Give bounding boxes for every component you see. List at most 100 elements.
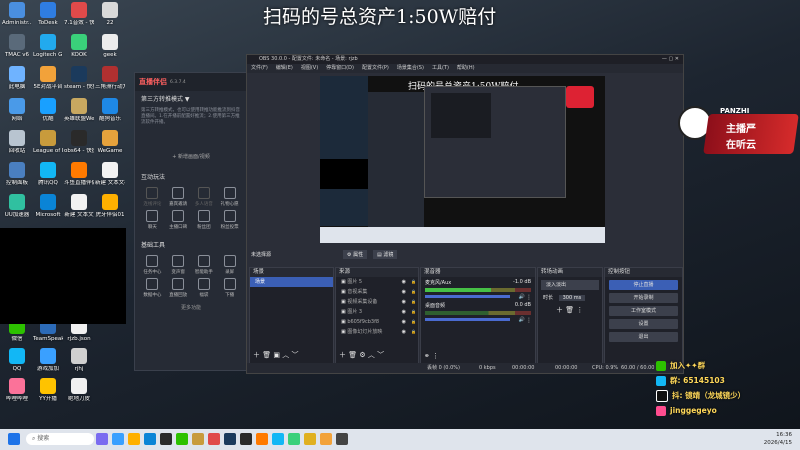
properties-button[interactable]: ⚙ 属性 xyxy=(343,250,368,259)
lock-icon[interactable]: 🔒 xyxy=(411,307,416,317)
desktop-icon[interactable]: 斗鱼直播伴侣 xyxy=(64,162,94,186)
desktop-icon[interactable]: TMAC v6 xyxy=(2,34,32,58)
desktop-icon[interactable]: 5E对战平台 xyxy=(33,66,63,90)
feature-item[interactable]: 变声窗 xyxy=(167,255,190,275)
studio-mode-button[interactable]: 工作室模式 xyxy=(609,306,678,316)
source-settings-icon[interactable]: ⚙ xyxy=(359,351,365,359)
feature-item[interactable]: 数据中心 xyxy=(141,278,164,298)
feature-item[interactable]: 连线评论 xyxy=(141,187,164,207)
filters-button[interactable]: ▤ 滤镜 xyxy=(373,250,398,259)
start-recording-button[interactable]: 开始录制 xyxy=(609,293,678,303)
desktop-icon[interactable]: 7.1音效 - 快捷方式 xyxy=(64,2,94,26)
speaker-icon[interactable]: 🔊 xyxy=(519,317,525,323)
visibility-eye-icon[interactable]: ◉ xyxy=(402,327,406,337)
desktop-icon[interactable]: rjhj xyxy=(64,348,94,372)
menu-item[interactable]: 视图(V) xyxy=(297,64,322,73)
scene-down-icon[interactable]: ﹀ xyxy=(291,351,298,359)
visibility-eye-icon[interactable]: ◉ xyxy=(402,277,406,287)
taskbar-app-icon[interactable] xyxy=(128,433,140,445)
feature-item[interactable]: 礼物心愿 xyxy=(218,187,241,207)
feature-item[interactable]: 嘉宾邀请 xyxy=(167,187,190,207)
taskbar-app-icon[interactable] xyxy=(288,433,300,445)
desktop-icon[interactable]: YY开播 xyxy=(33,378,63,402)
taskbar-app-icon[interactable] xyxy=(240,433,252,445)
mode-selector[interactable]: 第三方转推模式 ▼ xyxy=(135,91,247,106)
menu-item[interactable]: 文件(F) xyxy=(247,64,272,73)
taskbar-app-icon[interactable] xyxy=(320,433,332,445)
desktop-icon[interactable]: 新建 文本文 xyxy=(64,194,94,218)
desktop-icon[interactable]: 游戏加加 xyxy=(33,348,63,372)
visibility-eye-icon[interactable]: ◉ xyxy=(402,317,406,327)
feature-item[interactable]: 录屏 xyxy=(218,255,241,275)
desktop-icon[interactable]: Administr... xyxy=(2,2,32,26)
desktop-icon[interactable]: 此电脑 xyxy=(2,66,32,90)
taskbar-app-icon[interactable] xyxy=(192,433,204,445)
lock-icon[interactable]: 🔒 xyxy=(411,277,416,287)
add-scene-icon[interactable]: ＋ xyxy=(253,351,260,359)
visibility-eye-icon[interactable]: ◉ xyxy=(402,297,406,307)
source-item[interactable]: ▣ 音视采集 ◉ 🔒 xyxy=(336,287,418,297)
desktop-icon[interactable]: 虎牙伴侣01 xyxy=(95,194,125,218)
taskbar-app-icon[interactable] xyxy=(272,433,284,445)
mixer-link-icon[interactable]: ⚭ xyxy=(424,352,430,360)
remove-transition-icon[interactable]: 🗑 xyxy=(565,306,574,314)
lock-icon[interactable]: 🔒 xyxy=(411,287,416,297)
desktop-icon[interactable]: steam - 快捷方式 xyxy=(64,66,94,90)
desktop-icon[interactable]: 优酷 xyxy=(33,98,63,122)
stop-streaming-button[interactable]: 停止直播 xyxy=(609,280,678,290)
add-transition-icon[interactable]: ＋ xyxy=(556,306,563,314)
exit-button[interactable]: 退出 xyxy=(609,332,678,342)
desktop-icon[interactable]: 哔哩哔哩 xyxy=(2,378,32,402)
desktop-icon[interactable]: 酷狗音乐 xyxy=(95,98,125,122)
taskbar-app-icon[interactable] xyxy=(160,433,172,445)
scene-item[interactable]: 场景 xyxy=(250,277,333,287)
source-item[interactable]: ▣ 图像幻灯片放映 ◉ 🔒 xyxy=(336,327,418,337)
add-scene-button[interactable]: + 新增画面/视频 xyxy=(135,150,247,163)
desktop-icon[interactable]: 网络 xyxy=(2,98,32,122)
taskbar-app-icon[interactable] xyxy=(224,433,236,445)
taskbar-app-icon[interactable] xyxy=(112,433,124,445)
desktop-icon[interactable]: 控制面板 xyxy=(2,162,32,186)
feature-item[interactable]: 下播 xyxy=(218,278,241,298)
taskbar-search[interactable]: ⌕ 搜索 xyxy=(26,433,94,445)
source-down-icon[interactable]: ﹀ xyxy=(377,351,384,359)
taskbar-app-icon[interactable] xyxy=(336,433,348,445)
taskbar-clock[interactable]: 16:36 2026/4/15 xyxy=(764,431,792,447)
feature-item[interactable]: 直播回放 xyxy=(167,278,190,298)
transition-type-select[interactable]: 淡入淡出 xyxy=(541,280,599,290)
feature-item[interactable]: 福袋 xyxy=(193,278,216,298)
source-item[interactable]: ▣ 视频采集设备 ◉ 🔒 xyxy=(336,297,418,307)
desktop-icon[interactable]: Microsoft xyxy=(33,194,63,218)
desktop-icon[interactable]: 回收站 xyxy=(2,130,32,154)
desktop-icon[interactable]: 英雄联盟WeGame版 xyxy=(64,98,94,122)
desktop-icon[interactable]: UU加速器 xyxy=(2,194,32,218)
feature-item[interactable]: 聊天 xyxy=(141,210,164,230)
desktop-icon[interactable]: League of Legends... xyxy=(33,130,63,154)
desktop-icon[interactable]: geek xyxy=(95,34,125,58)
menu-item[interactable]: 场景集合(S) xyxy=(393,64,428,73)
taskbar-app-icon[interactable] xyxy=(144,433,156,445)
feature-item[interactable]: 智能助手 xyxy=(193,255,216,275)
source-item[interactable]: ▣ 图片 3 ◉ 🔒 xyxy=(336,307,418,317)
scene-up-icon[interactable]: ︿ xyxy=(282,351,289,359)
channel-menu-icon[interactable]: ⋮ xyxy=(526,317,532,324)
menu-item[interactable]: 帮助(H) xyxy=(453,64,479,73)
menu-item[interactable]: 停靠窗口(D) xyxy=(322,64,358,73)
feature-item[interactable]: 粉丝团 xyxy=(193,210,216,230)
feature-item[interactable]: 多人语音 xyxy=(193,187,216,207)
taskbar-app-icon[interactable] xyxy=(304,433,316,445)
taskbar-app-icon[interactable] xyxy=(256,433,268,445)
menu-item[interactable]: 编辑(E) xyxy=(272,64,297,73)
settings-button[interactable]: 设置 xyxy=(609,319,678,329)
desktop-icon[interactable]: 新建 文本文档 (2) xyxy=(95,162,125,186)
source-item[interactable]: ▣ b605f9cb3f8 ◉ 🔒 xyxy=(336,317,418,327)
remove-source-icon[interactable]: 🗑 xyxy=(348,351,357,359)
desktop-icon[interactable]: Logitech G HUB xyxy=(33,34,63,58)
lock-icon[interactable]: 🔒 xyxy=(411,327,416,337)
desktop-icon[interactable]: 绝地刀皮 xyxy=(64,378,94,402)
visibility-eye-icon[interactable]: ◉ xyxy=(402,287,406,297)
remove-scene-icon[interactable]: 🗑 xyxy=(262,351,271,359)
taskbar-app-icon[interactable] xyxy=(176,433,188,445)
taskbar-app-icon[interactable] xyxy=(208,433,220,445)
desktop-icon[interactable]: 腾讯QQ xyxy=(33,162,63,186)
